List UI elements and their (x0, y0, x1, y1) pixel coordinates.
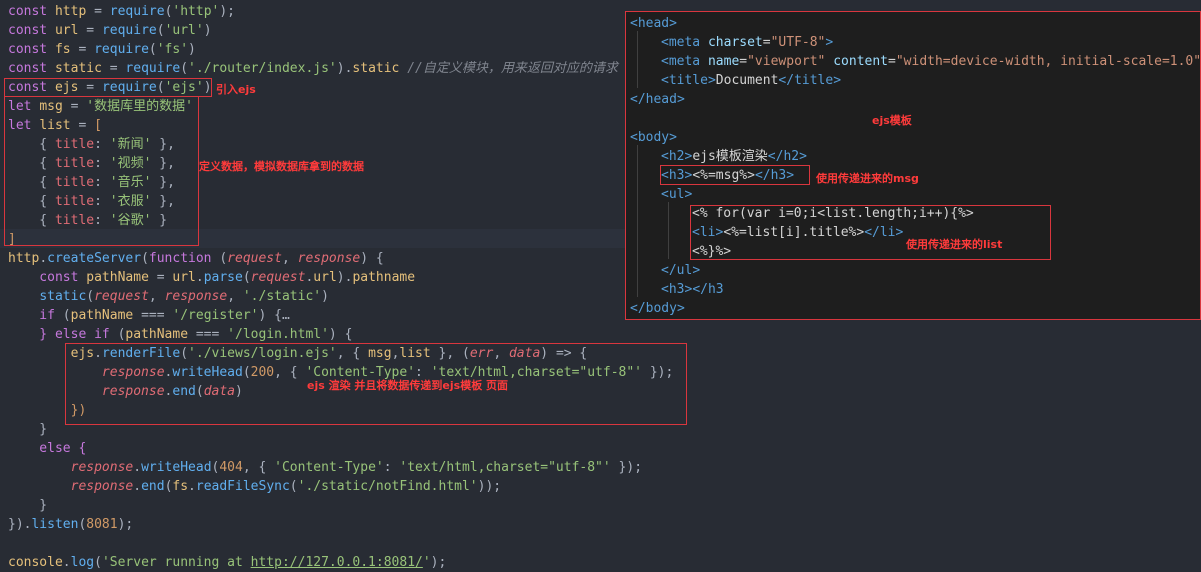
msg-usage-box (660, 165, 810, 185)
indent-guide (637, 145, 638, 297)
template-line: </body> (630, 301, 685, 316)
template-line: <title>Document</title> (661, 73, 842, 88)
indent-guide (668, 202, 669, 259)
template-line: <ul> (661, 187, 693, 202)
ejs-template-annotation: ejs模板 (872, 114, 912, 127)
template-line: </head> (630, 92, 685, 107)
template-line: <meta name="viewport" content="width=dev… (661, 54, 1201, 69)
template-line: <body> (630, 130, 677, 145)
code-line: response.writeHead(404, { 'Content-Type'… (70, 460, 643, 475)
code-line: const url = require('url') (8, 23, 212, 38)
server-url-link[interactable]: http://127.0.0.1:8081/ (251, 555, 423, 570)
code-line: } else if (pathName === '/login.html') { (8, 327, 353, 342)
template-line: <h3></h3 (661, 282, 724, 297)
code-line: }).listen(8081); (8, 517, 134, 532)
import-ejs-box (4, 78, 212, 97)
template-line: <head> (630, 16, 677, 31)
code-line: response.end(fs.readFileSync('./static/n… (70, 479, 502, 494)
indent-guide (637, 31, 638, 88)
code-line: static(request, response, './static') (39, 289, 329, 304)
use-list-annotation: 使用传递进来的list (906, 238, 1003, 251)
use-msg-annotation: 使用传递进来的msg (816, 172, 919, 185)
code-line: const http = require('http'); (8, 4, 236, 19)
code-line: if (pathName === '/register') {… (8, 308, 290, 323)
render-annotation: ejs 渲染 并且将数据传递到ejs模板 页面 (307, 379, 509, 392)
template-line: </ul> (661, 263, 701, 278)
ejs-template-panel: <head> <meta charset="UTF-8"> <meta name… (625, 11, 1201, 320)
code-line: http.createServer(function (request, res… (8, 251, 384, 266)
data-definition-box (4, 96, 199, 246)
code-line: const pathName = url.parse(request.url).… (8, 270, 416, 285)
template-line: <h2>ejs模板渲染</h2> (661, 149, 807, 164)
code-line: const fs = require('fs') (8, 42, 196, 57)
code-line: } (8, 422, 48, 437)
code-line: } (8, 498, 48, 513)
code-line: else { (8, 441, 87, 456)
define-data-annotation: 定义数据，模拟数据库拿到的数据 (199, 160, 364, 173)
code-line: console.log('Server running at http://12… (8, 555, 447, 570)
import-ejs-annotation: 引入ejs (216, 83, 256, 96)
code-line: const static = require('./router/index.j… (8, 61, 618, 76)
template-line: <meta charset="UTF-8"> (661, 35, 834, 50)
